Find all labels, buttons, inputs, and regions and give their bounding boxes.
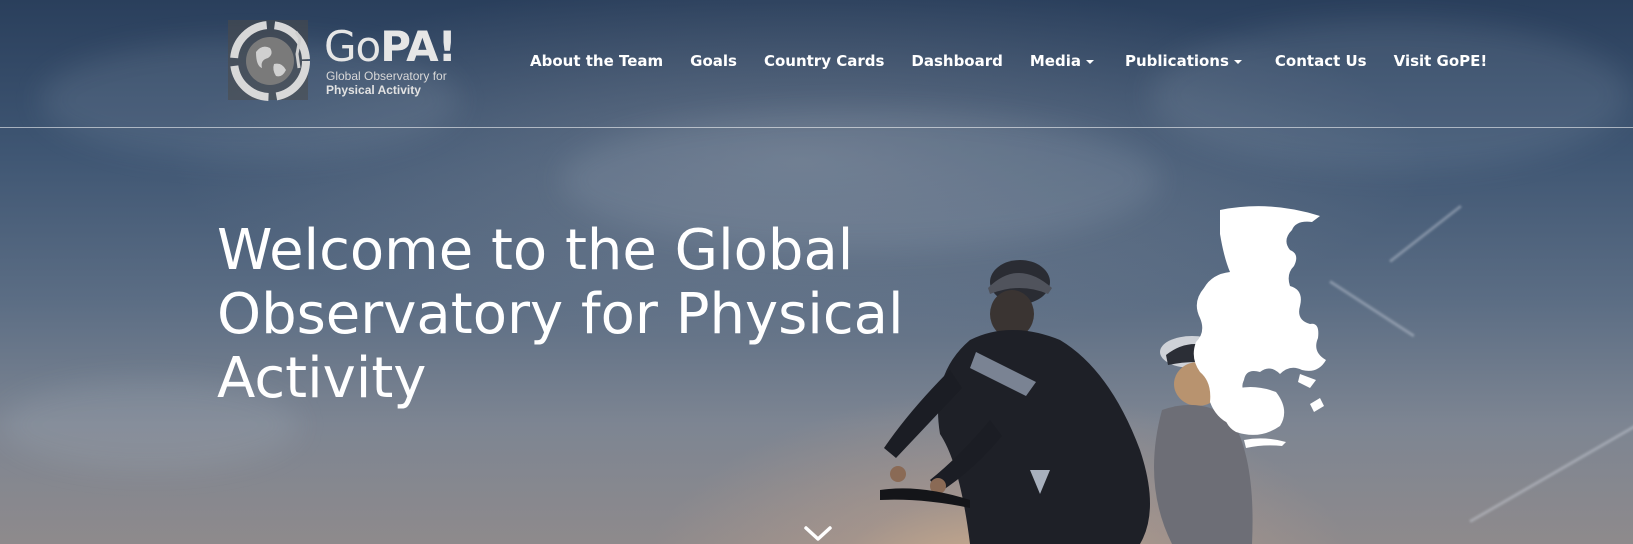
contrail xyxy=(1469,420,1633,523)
logo-subtitle-line1: Global Observatory for xyxy=(326,69,447,83)
logo-subtitle-line2: Physical Activity xyxy=(326,83,421,97)
globe-ring-logo-icon xyxy=(228,20,310,101)
nav-publications-dropdown[interactable]: Publications xyxy=(1125,52,1242,70)
nav-visit-gope[interactable]: Visit GoPE! xyxy=(1394,52,1488,70)
chevron-down-icon xyxy=(804,526,832,541)
headline-line3: Activity xyxy=(217,346,427,411)
nav-contact-us[interactable]: Contact Us xyxy=(1275,52,1367,70)
gopa-logo[interactable]: GoPA! Global Observatory for Physical Ac… xyxy=(226,18,457,104)
hero-section: GoPA! Global Observatory for Physical Ac… xyxy=(0,0,1633,544)
nav-item-label: Goals xyxy=(690,52,737,70)
nav-item-label: Publications xyxy=(1124,52,1229,70)
scroll-down-button[interactable] xyxy=(803,524,833,544)
logo-word-pa: PA! xyxy=(380,22,457,71)
headline-line1: Welcome to the Global xyxy=(217,218,854,283)
globe-icon xyxy=(1193,206,1326,448)
top-navbar: GoPA! Global Observatory for Physical Ac… xyxy=(0,0,1633,128)
nav-item-label: Dashboard xyxy=(911,52,1003,70)
nav-media-dropdown[interactable]: Media xyxy=(1030,52,1094,70)
logo-word-go: Go xyxy=(324,22,381,71)
caret-down-icon xyxy=(1233,59,1242,64)
nav-item-label: Media xyxy=(1029,52,1081,70)
logo-wordmark: GoPA! xyxy=(324,22,457,71)
nav-item-label: About the Team xyxy=(530,52,664,70)
nav-about-the-team[interactable]: About the Team xyxy=(530,52,663,70)
nav-item-label: Visit GoPE! xyxy=(1393,52,1488,70)
nav-country-cards[interactable]: Country Cards xyxy=(764,52,884,70)
nav-item-label: Contact Us xyxy=(1274,52,1367,70)
caret-down-icon xyxy=(1085,59,1094,64)
contrail xyxy=(1389,204,1462,263)
nav-item-label: Country Cards xyxy=(763,52,885,70)
nav-dashboard[interactable]: Dashboard xyxy=(911,52,1002,70)
hero-headline: Welcome to the Global Observatory for Ph… xyxy=(217,219,917,411)
headline-line2: Observatory for Physical xyxy=(217,282,904,347)
main-nav: About the Team Goals Country Cards Dashb… xyxy=(530,50,1487,72)
nav-goals[interactable]: Goals xyxy=(690,52,737,70)
